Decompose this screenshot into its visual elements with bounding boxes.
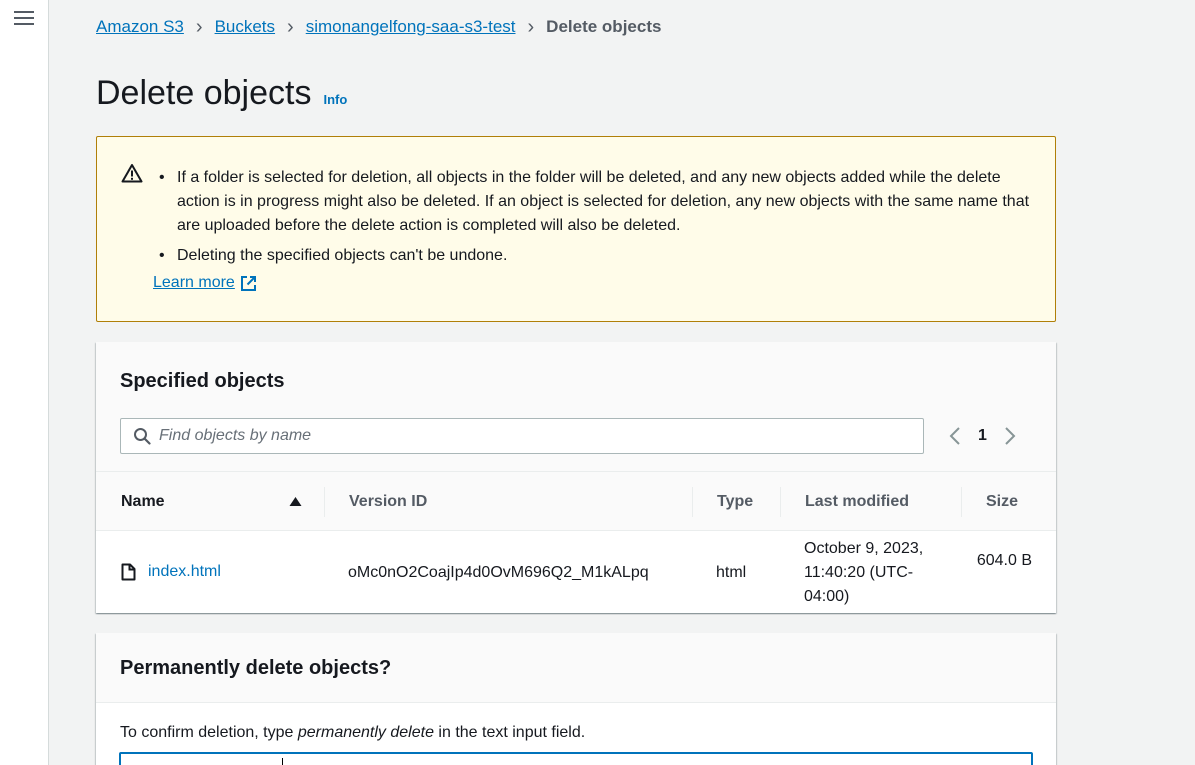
learn-more-label: Learn more: [153, 274, 235, 291]
column-header-version-id[interactable]: Version ID: [349, 472, 427, 531]
column-header-label: Last modified: [805, 492, 910, 510]
column-header-label: Version ID: [349, 492, 428, 510]
page-title: Delete objects: [96, 74, 312, 112]
column-header-label: Size: [986, 492, 1019, 510]
column-divider: [961, 487, 962, 517]
confirm-instruction: To confirm deletion, type permanently de…: [120, 724, 585, 742]
specified-objects-panel: Specified objects 1: [96, 342, 1056, 613]
chevron-right-icon: [1005, 427, 1016, 445]
column-header-label: Name: [121, 492, 165, 510]
breadcrumb: Amazon S3 › Buckets › simonangelfong-saa…: [96, 17, 661, 37]
specified-objects-header: Specified objects 1: [96, 342, 1056, 472]
column-header-type[interactable]: Type: [717, 472, 753, 531]
side-navigation: [0, 0, 49, 765]
breadcrumb-bucket[interactable]: simonangelfong-saa-s3-test: [306, 17, 516, 37]
confirm-delete-panel: Permanently delete objects? To confirm d…: [96, 633, 1056, 765]
page-number[interactable]: 1: [978, 427, 987, 445]
column-header-label: Type: [717, 492, 754, 510]
size-cell: 604.0 B: [976, 552, 1032, 569]
column-divider: [780, 487, 781, 517]
warning-list: If a folder is selected for deletion, al…: [153, 166, 1033, 274]
confirm-instruction-suffix: in the text input field.: [433, 724, 586, 741]
chevron-left-icon: [949, 427, 960, 445]
warning-alert: If a folder is selected for deletion, al…: [96, 136, 1056, 322]
previous-page-button[interactable]: [944, 422, 966, 450]
column-header-size[interactable]: Size: [986, 472, 1018, 531]
sort-ascending-icon[interactable]: [289, 496, 302, 507]
learn-more-link[interactable]: Learn more: [153, 274, 257, 292]
search-box: [120, 418, 924, 454]
column-divider: [324, 487, 325, 517]
breadcrumb-amazon-s3[interactable]: Amazon S3: [96, 17, 184, 37]
breadcrumb-separator-icon: ›: [287, 16, 294, 38]
next-page-button[interactable]: [999, 422, 1021, 450]
breadcrumb-separator-icon: ›: [195, 16, 203, 38]
breadcrumb-separator-icon: ›: [527, 16, 535, 38]
column-divider: [692, 487, 693, 517]
warning-item: If a folder is selected for deletion, al…: [153, 166, 1033, 238]
warning-item: Deleting the specified objects can't be …: [153, 244, 1033, 268]
menu-icon[interactable]: [14, 8, 34, 26]
confirm-delete-input[interactable]: [119, 752, 1033, 765]
specified-objects-title: Specified objects: [120, 370, 285, 392]
column-header-name[interactable]: Name: [121, 472, 165, 531]
confirm-phrase: permanently delete: [297, 724, 434, 741]
page-header: Delete objects Info: [96, 74, 347, 113]
file-icon: [121, 563, 136, 581]
warning-icon: [121, 164, 143, 183]
confirm-delete-title: Permanently delete objects?: [120, 657, 392, 679]
search-icon: [134, 428, 151, 445]
breadcrumb-buckets[interactable]: Buckets: [215, 17, 275, 37]
last-modified-cell: October 9, 2023, 11:40:20 (UTC-04:00): [804, 540, 924, 605]
version-id-cell: oMc0nO2CoajIp4d0OvM696Q2_M1kALpq: [348, 564, 649, 581]
object-name-link[interactable]: index.html: [148, 563, 221, 580]
external-link-icon: [240, 275, 256, 291]
breadcrumb-current: Delete objects: [546, 17, 662, 36]
column-header-last-modified[interactable]: Last modified: [805, 472, 909, 531]
pagination: 1: [944, 422, 1021, 450]
search-input[interactable]: [159, 427, 899, 445]
table-header: Name Version ID Type Last modified Size: [96, 472, 1056, 531]
confirm-delete-header: Permanently delete objects?: [96, 633, 1056, 703]
type-cell: html: [716, 564, 747, 581]
text-cursor: [282, 758, 283, 765]
table-row: index.html oMc0nO2CoajIp4d0OvM696Q2_M1kA…: [96, 531, 1056, 613]
confirm-instruction-prefix: To confirm deletion, type: [120, 724, 298, 741]
info-link[interactable]: Info: [323, 92, 347, 107]
